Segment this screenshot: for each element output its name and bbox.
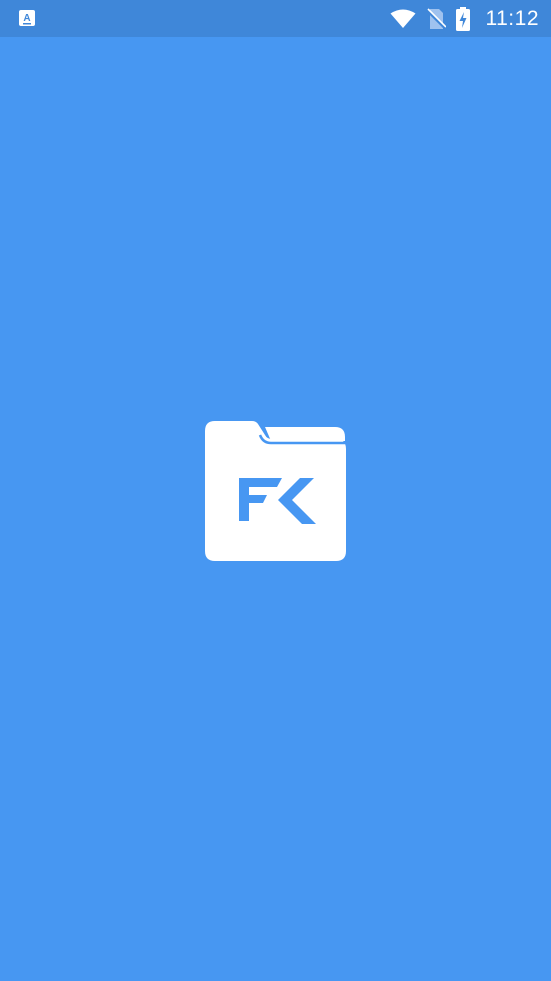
keyboard-a-icon: A	[18, 9, 36, 27]
status-bar: A 11:12	[0, 0, 551, 37]
status-icons: 11:12	[390, 0, 540, 37]
no-sim-icon	[425, 7, 446, 30]
fk-folder-logo-icon	[205, 421, 346, 561]
status-time: 11:12	[485, 6, 539, 30]
splash-screen: A 11:12	[0, 0, 551, 981]
battery-charging-icon	[455, 6, 470, 31]
svg-text:A: A	[23, 13, 30, 24]
wifi-icon	[390, 9, 416, 29]
